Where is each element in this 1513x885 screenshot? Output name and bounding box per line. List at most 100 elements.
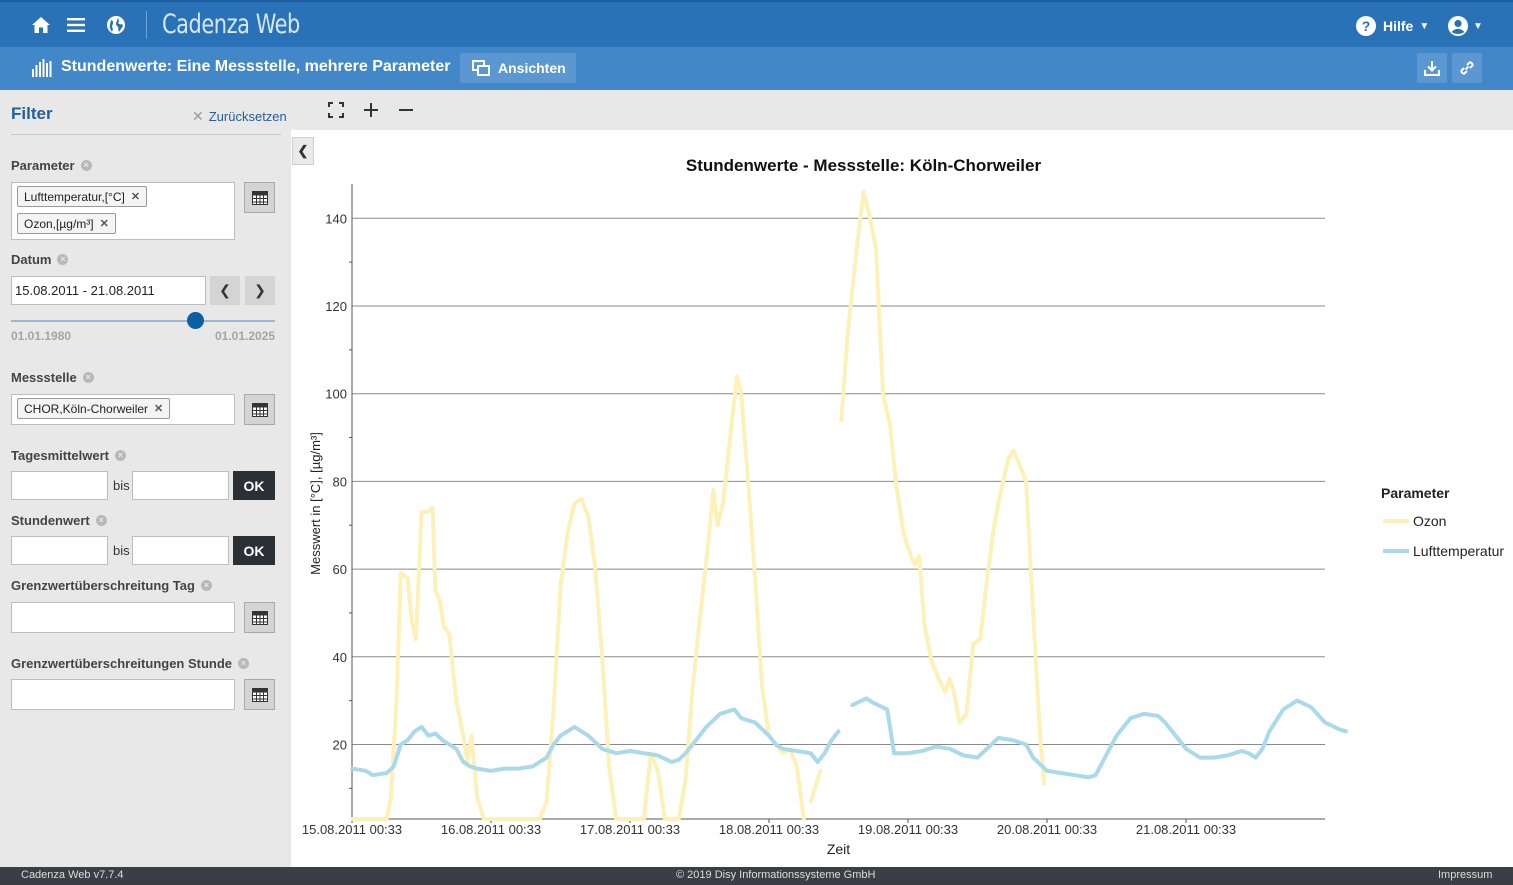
zoom-in-button[interactable] bbox=[359, 98, 383, 122]
filter-sidebar: Filter ✕ Zurücksetzen Parameter × Luftte… bbox=[0, 90, 291, 867]
grenzwert-stunde-table-button[interactable] bbox=[244, 679, 275, 710]
user-menu[interactable]: ▼ bbox=[1447, 14, 1483, 38]
stundenwert-min-input[interactable] bbox=[11, 536, 108, 565]
clear-icon[interactable]: × bbox=[115, 450, 127, 461]
remove-tag-icon[interactable]: ✕ bbox=[131, 190, 140, 203]
title-separator bbox=[146, 11, 147, 39]
tagesmittelwert-ok-button[interactable]: OK bbox=[233, 471, 275, 500]
legend-title: Parameter bbox=[1381, 485, 1450, 501]
table-icon bbox=[251, 610, 268, 625]
grenzwert-tag-table-button[interactable] bbox=[244, 602, 275, 633]
clear-icon[interactable]: × bbox=[57, 254, 69, 265]
tag-label: Ozon,[µg/m³] bbox=[24, 216, 94, 231]
y-tick-label: 60 bbox=[333, 562, 347, 577]
plus-icon bbox=[364, 103, 378, 117]
y-axis-label: Messwert in [°C], [µg/m³] bbox=[308, 432, 323, 575]
date-slider-handle[interactable] bbox=[187, 312, 205, 329]
reset-button[interactable]: ✕ Zurücksetzen bbox=[192, 108, 287, 125]
clear-icon[interactable]: × bbox=[82, 372, 94, 383]
chevron-down-icon: ▼ bbox=[1419, 20, 1430, 32]
chart-title: Stundenwerte - Messstelle: Köln-Chorweil… bbox=[686, 156, 1042, 175]
remove-tag-icon[interactable]: ✕ bbox=[100, 217, 109, 230]
home-icon[interactable] bbox=[28, 12, 54, 38]
menu-icon[interactable] bbox=[63, 12, 89, 38]
x-tick-label: 21.08.2011 00:33 bbox=[1136, 822, 1236, 837]
grenzwert-stunde-select[interactable] bbox=[11, 679, 235, 710]
collapse-sidebar-button[interactable]: ❮ bbox=[292, 137, 314, 165]
chart-toolbar bbox=[291, 90, 1513, 130]
y-tick-label: 80 bbox=[333, 474, 347, 489]
table-icon bbox=[251, 687, 268, 702]
series-line-lufttemperatur bbox=[850, 696, 1348, 780]
link-button[interactable] bbox=[1452, 53, 1482, 83]
globe-icon[interactable] bbox=[103, 12, 129, 38]
bis-label: bis bbox=[113, 543, 130, 558]
parameter-tag: Lufttemperatur,[°C] ✕ bbox=[17, 186, 148, 207]
slider-min-label: 01.01.1980 bbox=[11, 329, 72, 343]
help-label: Hilfe bbox=[1383, 18, 1414, 34]
grenzwert-tag-select[interactable] bbox=[11, 602, 235, 633]
date-range-input[interactable]: 15.08.2011 - 21.08.2011 bbox=[11, 276, 206, 305]
datum-label-text: Datum bbox=[11, 252, 52, 267]
line-chart: Stundenwerte - Messstelle: Köln-Chorweil… bbox=[302, 156, 1505, 857]
stundenwert-max-input[interactable] bbox=[132, 536, 229, 565]
copyright-label: © 2019 Disy Informationssysteme GmbH bbox=[676, 869, 876, 881]
app-window: Cadenza Web ? Hilfe ▼ ▼ Stundenwerte: Ei… bbox=[0, 0, 1513, 885]
stundenwert-label: Stundenwert × bbox=[11, 513, 107, 528]
view-toolbar: Stundenwerte: Eine Messstelle, mehrere P… bbox=[0, 47, 1513, 90]
tagesmittelwert-label-text: Tagesmittelwert bbox=[11, 448, 110, 463]
x-tick-label: 18.08.2011 00:33 bbox=[719, 822, 819, 837]
user-icon bbox=[1448, 16, 1468, 36]
filter-divider bbox=[11, 134, 281, 135]
clear-icon[interactable]: × bbox=[95, 515, 107, 526]
chevron-left-icon: ❮ bbox=[297, 143, 309, 158]
previous-period-button[interactable]: ❮ bbox=[210, 276, 240, 305]
series-line-ozon bbox=[839, 190, 1047, 786]
fullscreen-button[interactable] bbox=[324, 98, 348, 122]
tag-label: Lufttemperatur,[°C] bbox=[24, 189, 125, 204]
next-period-button[interactable]: ❯ bbox=[245, 276, 275, 305]
tagesmittelwert-min-input[interactable] bbox=[11, 471, 108, 500]
stundenwert-ok-button[interactable]: OK bbox=[233, 536, 275, 565]
y-tick-label: 100 bbox=[325, 387, 347, 402]
views-icon bbox=[472, 60, 490, 76]
legend-item: Lufttemperatur bbox=[1413, 543, 1504, 559]
series-line-ozon bbox=[350, 374, 806, 821]
table-icon bbox=[251, 190, 268, 205]
minus-icon bbox=[399, 109, 413, 111]
parameter-tag: Ozon,[µg/m³] ✕ bbox=[17, 213, 116, 234]
views-button[interactable]: Ansichten bbox=[460, 53, 576, 83]
views-label: Ansichten bbox=[498, 60, 566, 76]
messstelle-table-button[interactable] bbox=[244, 394, 275, 425]
messstelle-select[interactable]: CHOR,Köln-Chorweiler ✕ bbox=[11, 394, 235, 425]
download-icon bbox=[1424, 61, 1440, 76]
footer: Cadenza Web v7.7.4 © 2019 Disy Informati… bbox=[0, 867, 1513, 885]
filter-title: Filter bbox=[11, 104, 53, 123]
messstelle-label-text: Messstelle bbox=[11, 370, 77, 385]
svg-text:?: ? bbox=[1362, 18, 1371, 34]
stundenwert-label-text: Stundenwert bbox=[11, 513, 90, 528]
chevron-down-icon: ▼ bbox=[1473, 20, 1483, 32]
grenzwert-stunde-label-text: Grenzwertüberschreitungen Stunde bbox=[11, 656, 233, 671]
x-tick-label: 20.08.2011 00:33 bbox=[997, 822, 1097, 837]
date-slider-track[interactable] bbox=[11, 320, 275, 322]
impressum-link[interactable]: Impressum bbox=[1438, 869, 1492, 881]
clear-icon[interactable]: × bbox=[80, 160, 92, 171]
parameter-select[interactable]: Lufttemperatur,[°C] ✕ Ozon,[µg/m³] ✕ bbox=[11, 182, 235, 240]
download-button[interactable] bbox=[1417, 53, 1447, 83]
y-tick-label: 20 bbox=[333, 737, 347, 752]
tagesmittelwert-max-input[interactable] bbox=[132, 471, 229, 500]
parameter-table-button[interactable] bbox=[244, 182, 275, 213]
clear-icon[interactable]: × bbox=[200, 580, 212, 591]
app-title: Cadenza Web bbox=[162, 9, 300, 40]
remove-tag-icon[interactable]: ✕ bbox=[154, 402, 163, 415]
help-menu[interactable]: ? Hilfe ▼ bbox=[1355, 14, 1429, 38]
grenzwert-tag-label-text: Grenzwertüberschreitung Tag bbox=[11, 578, 195, 593]
y-tick-label: 140 bbox=[325, 211, 347, 226]
x-tick-label: 19.08.2011 00:33 bbox=[858, 822, 958, 837]
clear-icon[interactable]: × bbox=[238, 658, 250, 669]
messstelle-label: Messstelle × bbox=[11, 370, 94, 385]
zoom-out-button[interactable] bbox=[394, 98, 418, 122]
slider-max-label: 01.01.2025 bbox=[215, 329, 276, 343]
messstelle-tag: CHOR,Köln-Chorweiler ✕ bbox=[17, 398, 171, 419]
